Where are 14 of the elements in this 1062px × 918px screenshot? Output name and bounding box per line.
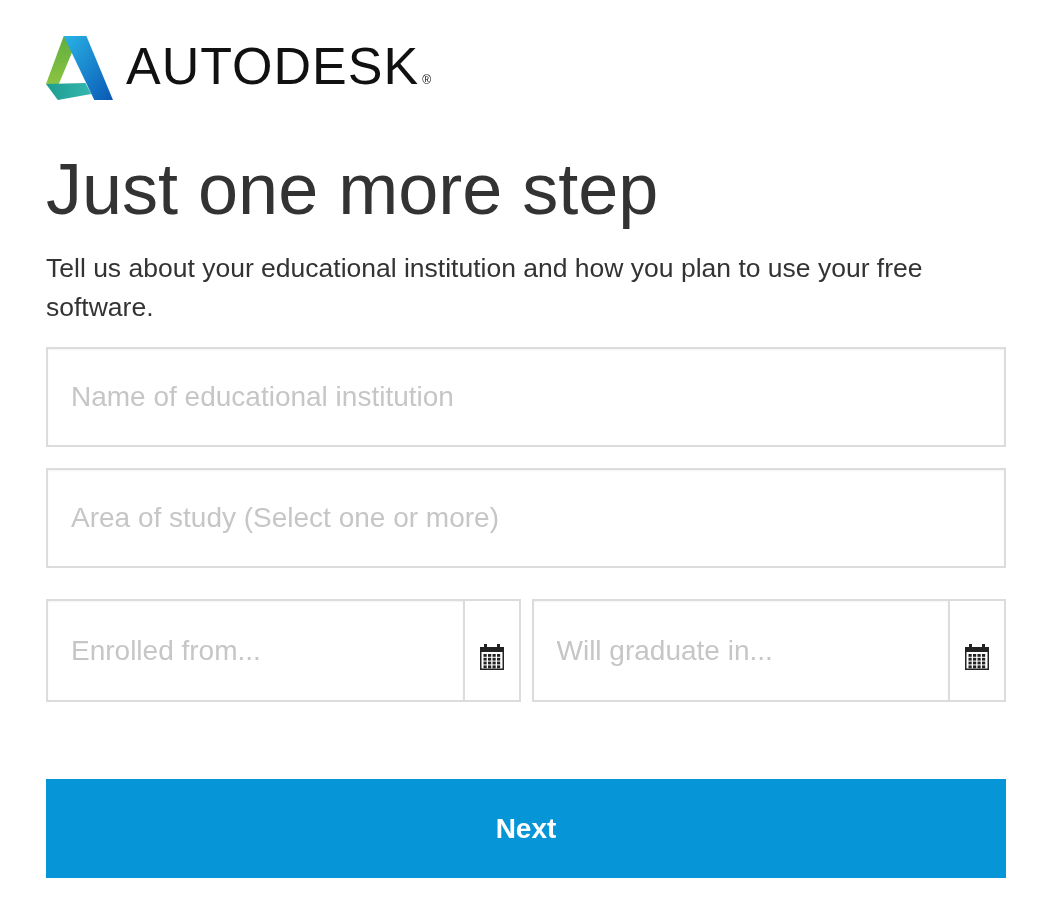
calendar-button[interactable] — [462, 599, 521, 702]
logo-icon — [46, 36, 113, 100]
calendar-button[interactable] — [948, 599, 1006, 702]
intro-text: Tell us about your educational institution and how you plan to use your free software. — [46, 252, 924, 324]
calendar-icon — [965, 643, 989, 670]
text-field[interactable]: Name of educational institution — [46, 347, 1006, 447]
logo-wordmark: AUTODESK — [126, 40, 420, 92]
page-heading: Just one more step — [46, 148, 660, 230]
next-button[interactable]: Next — [46, 779, 1006, 878]
text-field[interactable]: Area of study (Select one or more) — [46, 468, 1006, 568]
calendar-icon — [479, 643, 504, 670]
registered-mark: ® — [422, 73, 431, 87]
date-field[interactable]: Enrolled from... — [46, 599, 463, 702]
date-field[interactable]: Will graduate in... — [531, 599, 948, 702]
